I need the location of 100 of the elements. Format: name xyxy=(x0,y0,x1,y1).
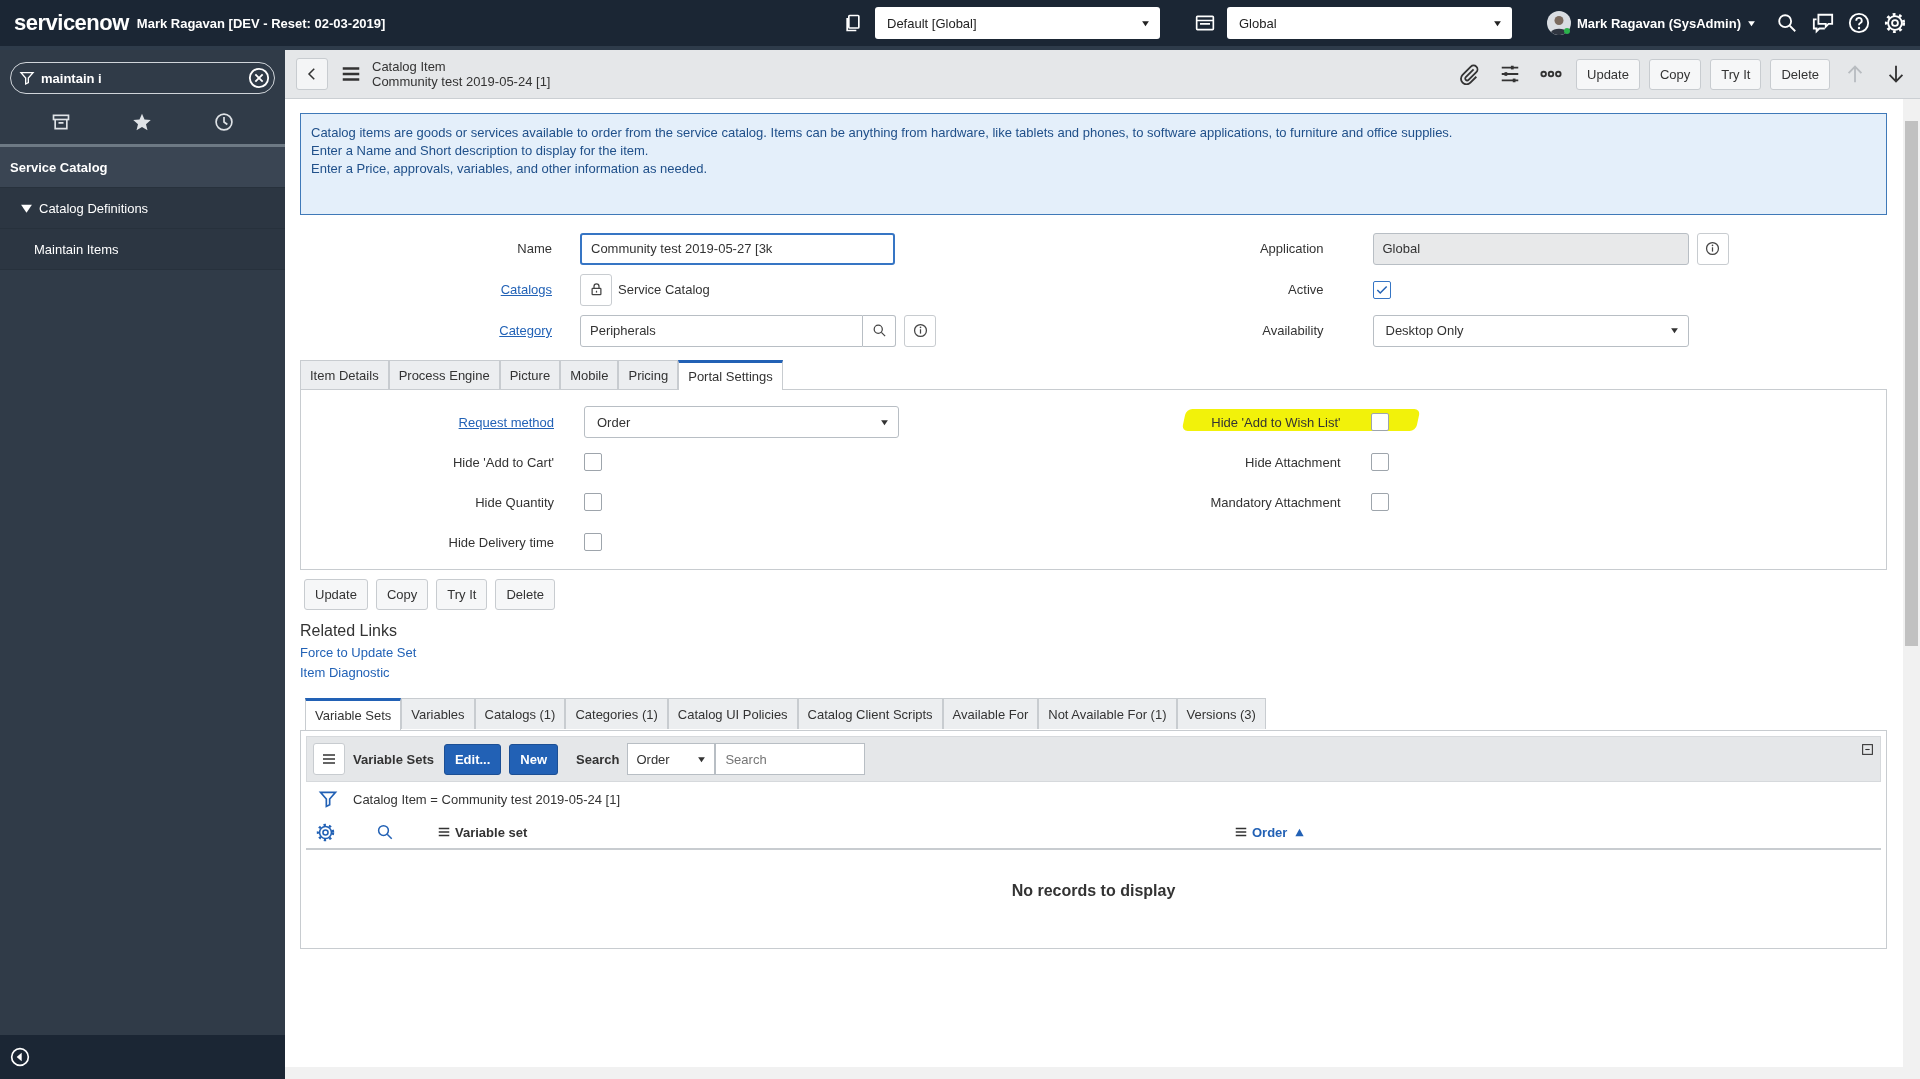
checkbox[interactable] xyxy=(584,453,602,471)
form-button[interactable]: Update xyxy=(1576,58,1640,90)
list-tab[interactable]: Variables xyxy=(401,698,475,729)
list-tab[interactable]: Catalogs (1) xyxy=(474,698,566,729)
form-button[interactable]: Copy xyxy=(1648,58,1702,90)
logo[interactable]: servicenow xyxy=(14,10,129,36)
list-tab[interactable]: Catalog Client Scripts xyxy=(797,698,943,729)
list-menu-button[interactable] xyxy=(313,743,345,775)
field-label: Application xyxy=(1258,241,1324,256)
field-link[interactable]: Request method xyxy=(301,414,554,430)
field-label: Hide Attachment xyxy=(1244,454,1341,470)
empty-message: No records to display xyxy=(1010,881,1177,900)
search-icon[interactable] xyxy=(376,823,394,841)
back-button[interactable] xyxy=(296,58,328,90)
field-label: Mandatory Attachment xyxy=(1209,494,1341,510)
search-field[interactable]: Search xyxy=(715,743,866,775)
scope-select[interactable]: Global xyxy=(1227,7,1512,39)
caret-icon xyxy=(1141,18,1150,28)
search-column-select[interactable]: Order xyxy=(627,743,716,775)
related-link[interactable]: Item Diagnostic xyxy=(300,665,390,680)
select-field[interactable]: Order xyxy=(584,406,899,438)
nav-section[interactable]: Service Catalog xyxy=(0,147,285,188)
list-tab[interactable]: Catalog UI Policies xyxy=(667,698,798,729)
form-button[interactable]: Copy xyxy=(375,579,429,610)
form-button[interactable]: Delete xyxy=(1770,58,1830,90)
list-button[interactable]: New xyxy=(509,743,559,775)
list-tab[interactable]: Variable Sets xyxy=(305,698,402,730)
scrollbar[interactable] xyxy=(1903,99,1920,1067)
search-icon[interactable] xyxy=(1776,12,1798,34)
clear-icon[interactable] xyxy=(248,67,270,89)
form-button[interactable]: Delete xyxy=(495,579,555,610)
field-link[interactable]: Catalogs xyxy=(300,282,552,297)
form-button[interactable]: Try It xyxy=(1710,58,1762,90)
filter-condition: Catalog Item = Community test 2019-05-24 [1] xyxy=(353,791,620,807)
field-label: Hide 'Add to Cart' xyxy=(451,454,554,470)
chat-icon[interactable] xyxy=(1812,12,1834,34)
info-button[interactable] xyxy=(904,314,936,347)
caret-icon xyxy=(1747,18,1756,28)
star-icon[interactable] xyxy=(132,112,153,132)
info-icon xyxy=(1705,241,1720,256)
column-header[interactable]: Order xyxy=(1234,824,1306,840)
settings-icon[interactable] xyxy=(316,822,335,842)
clock-icon[interactable] xyxy=(214,112,235,132)
field-label: Hide 'Add to Wish List' xyxy=(1210,414,1341,430)
archive-icon[interactable] xyxy=(50,112,71,132)
filter-icon xyxy=(19,70,35,86)
field-label: Name xyxy=(516,241,552,256)
section-heading: Related Links xyxy=(300,622,398,640)
form-button[interactable]: Try It xyxy=(436,579,488,610)
checkbox[interactable] xyxy=(1370,453,1389,471)
sliders-icon[interactable] xyxy=(1499,63,1521,85)
related-link[interactable]: Force to Update Set xyxy=(300,645,417,660)
list-title: Variable Sets xyxy=(353,751,434,767)
form-tab[interactable]: Item Details xyxy=(300,360,389,389)
form-tab[interactable]: Portal Settings xyxy=(678,360,783,390)
user-menu[interactable]: Mark Ragavan (SysAdmin) xyxy=(1547,11,1756,35)
window-icon[interactable] xyxy=(1195,13,1215,33)
list-button[interactable]: Edit... xyxy=(443,743,502,775)
checkbox[interactable] xyxy=(584,493,602,511)
paperclip-icon[interactable] xyxy=(1458,63,1480,85)
field-link[interactable]: Category xyxy=(300,323,552,338)
form-tab[interactable]: Picture xyxy=(499,360,561,389)
help-icon[interactable] xyxy=(1848,12,1870,34)
lock-button[interactable] xyxy=(580,273,612,306)
reference-field[interactable]: Peripherals xyxy=(580,314,863,347)
info-button[interactable] xyxy=(1696,232,1729,265)
name-field[interactable]: Community test 2019-05-27 [3k xyxy=(580,232,895,265)
nav-item[interactable]: Maintain Items xyxy=(0,229,285,270)
application-field[interactable]: Global xyxy=(1372,232,1689,265)
form-tab[interactable]: Pricing xyxy=(618,360,679,389)
form-tab[interactable]: Process Engine xyxy=(388,360,500,389)
field-label: Active xyxy=(1287,282,1324,297)
info-icon xyxy=(912,323,928,338)
column-header[interactable]: Variable set xyxy=(437,824,1234,840)
checkbox[interactable] xyxy=(584,533,602,551)
list-tab[interactable]: Not Available For (1) xyxy=(1038,698,1177,729)
list-tab[interactable]: Versions (3) xyxy=(1176,698,1266,729)
nav-item[interactable]: Catalog Definitions xyxy=(0,188,285,229)
scrollbar[interactable] xyxy=(285,1067,1920,1079)
record-name: Community test 2019-05-24 [1] xyxy=(372,74,551,89)
collapse-icon[interactable] xyxy=(1861,743,1874,756)
lookup-button[interactable] xyxy=(863,314,896,347)
checkbox[interactable] xyxy=(1372,280,1391,299)
filter-field[interactable]: maintain i xyxy=(10,62,275,94)
lock-icon xyxy=(588,282,604,297)
filter-icon[interactable] xyxy=(318,789,338,809)
search-icon xyxy=(871,323,887,338)
update-set-select[interactable]: Default [Global] xyxy=(875,7,1160,39)
caret-icon xyxy=(1669,326,1679,335)
caret-icon xyxy=(697,754,707,764)
field-label: Hide Quantity xyxy=(474,494,554,510)
form-button[interactable]: Update xyxy=(304,579,368,610)
select-field[interactable]: Desktop Only xyxy=(1372,314,1689,347)
info-text: Enter a Price, approvals, variables, and other information as needed. xyxy=(311,160,708,178)
caret-icon xyxy=(1493,18,1502,28)
form-tab[interactable]: Mobile xyxy=(560,360,619,389)
document-stack-icon[interactable] xyxy=(843,13,863,33)
list-tab[interactable]: Categories (1) xyxy=(565,698,668,729)
checkbox[interactable] xyxy=(1370,493,1389,511)
list-tab[interactable]: Available For xyxy=(942,698,1039,729)
